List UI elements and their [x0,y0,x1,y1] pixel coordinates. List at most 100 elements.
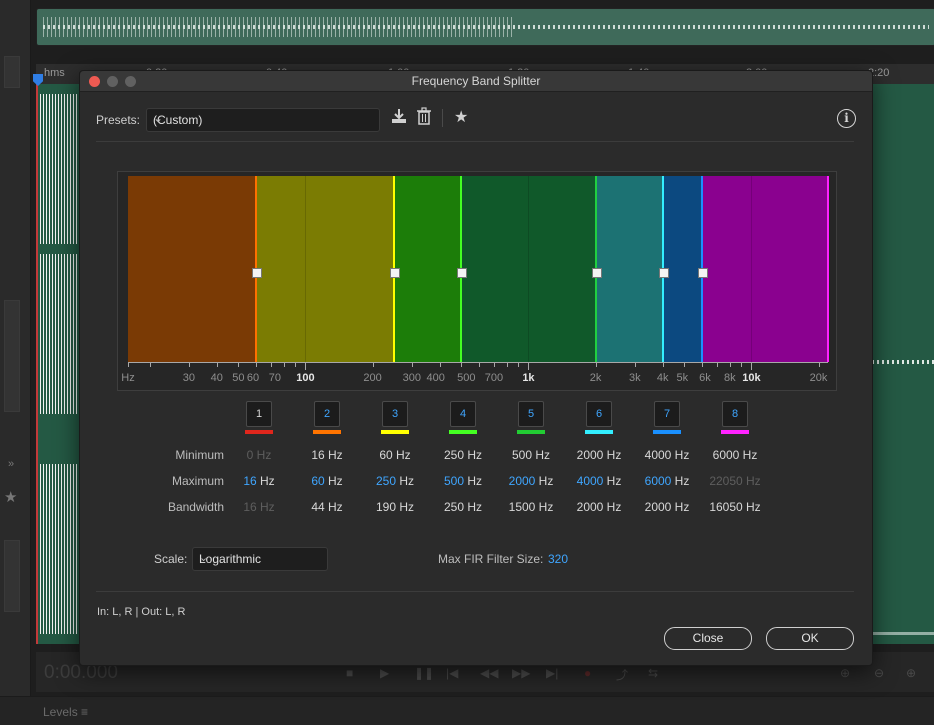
divider [96,591,854,592]
band-maximum-value[interactable]: 6000 [645,474,672,488]
band-maximum[interactable]: 250 Hz [376,474,414,488]
axis-tick [461,362,463,367]
waveform-channel [40,94,82,244]
axis-tick-label: 40 [210,372,223,384]
play-icon[interactable]: ▶ [380,666,389,680]
left-panel: » ★ [0,0,31,724]
axis-tick [295,362,297,367]
band-number-5[interactable]: 5 [518,401,544,427]
fir-filter-size-value[interactable]: 320 [548,552,568,566]
bandwidth-label: Bandwidth [167,500,224,514]
waveform-trace [872,360,934,364]
gridline [751,176,753,362]
band-color-swatch [245,430,273,434]
crossover-handle[interactable] [658,268,669,278]
axis-tick-label: 10k [742,372,761,384]
delete-preset-icon[interactable] [416,107,432,129]
band-number-4[interactable]: 4 [450,401,476,427]
axis-tick-label: 3k [629,372,641,384]
close-button[interactable]: Close [664,627,752,650]
band-number-3[interactable]: 3 [382,401,408,427]
favorite-star-icon[interactable]: ★ [454,107,468,127]
band-bandwidth: 2000 Hz [576,500,622,514]
waveform-overview[interactable] [36,8,934,46]
info-icon[interactable]: i [837,109,856,128]
skip-start-icon[interactable]: |◀ [446,666,458,680]
frequency-band-splitter-dialog: Frequency Band Splitter Presets: (Custom… [79,70,873,666]
axis-tick [439,362,441,367]
save-preset-icon[interactable] [390,107,408,129]
gridline [305,176,307,362]
expand-icon[interactable]: » [8,458,14,470]
band-maximum-value[interactable]: 250 [376,474,396,488]
band-maximum[interactable]: 500 Hz [444,474,482,488]
crossover-handle[interactable] [251,268,262,278]
band-maximum-unit: Hz [603,474,622,488]
band-maximum[interactable]: 60 Hz [311,474,342,488]
axis-tick [528,362,530,370]
band-maximum[interactable]: 2000 Hz [509,474,554,488]
playhead-line [36,84,38,644]
band-number-2[interactable]: 2 [314,401,340,427]
panel-block [4,56,20,88]
band-number-1[interactable]: 1 [246,401,272,427]
record-icon[interactable]: ● [584,666,591,680]
band-region [595,176,663,362]
band-color-swatch [381,430,409,434]
band-maximum[interactable]: 16 Hz [243,474,274,488]
band-maximum-value[interactable]: 60 [311,474,324,488]
band-maximum-value[interactable]: 2000 [509,474,536,488]
stop-icon[interactable]: ■ [346,666,353,680]
axis-tick-label: 1k [522,372,535,384]
menu-icon[interactable]: ≡ [81,705,88,719]
axis-tick [729,362,731,367]
zoom-fit-icon[interactable]: ⊕ [906,666,916,680]
crossover-handle[interactable] [390,268,401,278]
scale-label: Scale: [154,552,188,566]
rewind-icon[interactable]: ◀◀ [480,666,498,680]
axis-tick [188,362,190,367]
zoom-out-icon[interactable]: ⊖ [874,666,884,680]
scale-dropdown[interactable]: Logarithmic ⌄ [192,547,328,571]
fast-forward-icon[interactable]: ▶▶ [512,666,530,680]
band-maximum[interactable]: 6000 Hz [645,474,690,488]
loop-icon[interactable]: ⤴ [616,666,628,683]
star-icon[interactable]: ★ [4,488,17,506]
axis-tick [411,362,413,367]
zoom-in-icon[interactable]: ⊕ [840,666,850,680]
band-region [394,176,462,362]
band-maximum[interactable]: 4000 Hz [577,474,622,488]
axis-tick-label: 500 [457,372,476,384]
toolbar-divider [442,109,443,127]
skip-icon[interactable]: ⇆ [648,666,658,680]
band-bandwidth: 1500 Hz [508,500,554,514]
crossover-handle[interactable] [697,268,708,278]
axis-tick-label: 30 [182,372,195,384]
band-number-8[interactable]: 8 [722,401,748,427]
chevron-down-icon: ⌄ [199,552,209,564]
skip-end-icon[interactable]: ▶| [546,666,558,680]
band-number-6[interactable]: 6 [586,401,612,427]
band-color-swatch [313,430,341,434]
band-maximum-value[interactable]: 500 [444,474,464,488]
presets-dropdown[interactable]: (Custom) ⌄ [146,108,380,132]
axis-tick-label: 100 [296,372,315,384]
band-color-swatch [653,430,681,434]
band-number-7[interactable]: 7 [654,401,680,427]
band-maximum: 22050 Hz [709,474,761,488]
ok-button[interactable]: OK [766,627,854,650]
axis-tick [493,362,495,367]
axis-tick-label: 6k [699,372,711,384]
band-color-swatch [449,430,477,434]
band-maximum-value[interactable]: 16 [243,474,256,488]
frequency-graph[interactable]: Hz 30 40 50 60 70 100 200 300 400 500 700 1k 2k 3k 4k 5k… [117,171,837,391]
band-maximum-value[interactable]: 4000 [577,474,604,488]
axis-tick [283,362,285,367]
pause-icon[interactable]: ❚❚ [414,666,434,680]
crossover-handle[interactable] [591,268,602,278]
chevron-down-icon: ⌄ [153,111,164,125]
crossover-handle[interactable] [457,268,468,278]
title-bar: Frequency Band Splitter [80,71,872,92]
band-maximum-unit: Hz [671,474,690,488]
gridline [528,176,530,362]
